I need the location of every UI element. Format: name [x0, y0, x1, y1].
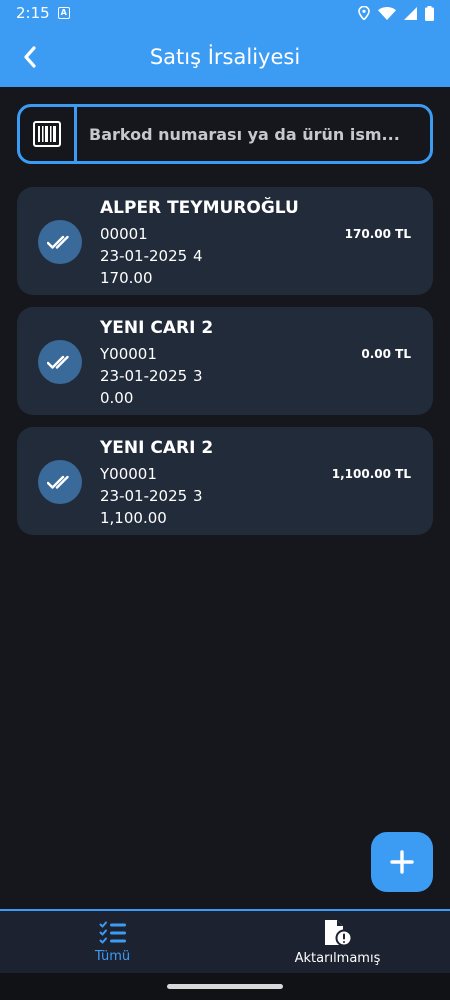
tab-not-transferred[interactable]: Aktarılmamış [225, 911, 450, 973]
battery-icon [425, 5, 434, 21]
status-check [38, 340, 82, 384]
customer-code: Y00001 [100, 345, 157, 363]
document-date-line: 23-01-2025 3 [100, 487, 203, 505]
document-total: 1,100.00 [100, 509, 167, 527]
tab-not-transferred-label: Aktarılmamış [294, 950, 381, 966]
document-card[interactable]: ALPER TEYMUROĞLU 00001 23-01-2025 4 170.… [17, 187, 433, 295]
document-card[interactable]: YENI CARI 2 Y00001 23-01-2025 3 1,100.00… [17, 427, 433, 535]
search-bar [17, 104, 433, 164]
status-icons [358, 5, 434, 21]
tab-all-label: Tümü [94, 948, 131, 964]
document-date: 23-01-2025 [100, 367, 188, 385]
document-card[interactable]: YENI CARI 2 Y00001 23-01-2025 3 0.00 0.0… [17, 307, 433, 415]
barcode-icon [33, 121, 61, 147]
list-check-icon [99, 921, 126, 943]
document-date: 23-01-2025 [100, 247, 188, 265]
customer-code: 00001 [100, 225, 148, 243]
customer-code: Y00001 [100, 465, 157, 483]
status-check [38, 220, 82, 264]
tab-all[interactable]: Tümü [0, 911, 225, 973]
customer-name: ALPER TEYMUROĞLU [100, 198, 299, 218]
add-document-button[interactable] [371, 832, 433, 892]
page-title: Satış İrsaliyesi [149, 44, 301, 69]
double-check-icon [47, 475, 69, 489]
document-date: 23-01-2025 [100, 487, 188, 505]
item-count: 4 [192, 247, 203, 265]
customer-name: YENI CARI 2 [100, 438, 214, 458]
search-input[interactable] [77, 107, 430, 161]
bottom-navigation: Tümü Aktarılmamış [0, 909, 450, 973]
gesture-bar [0, 973, 450, 1000]
double-check-icon [47, 355, 69, 369]
notification-badge-icon: A [57, 7, 70, 19]
wifi-icon [378, 6, 396, 20]
document-amount: 0.00 TL [361, 347, 411, 361]
app-bar: Satış İrsaliyesi [0, 26, 450, 87]
item-count: 3 [192, 367, 203, 385]
document-total: 170.00 [100, 269, 153, 287]
barcode-scan-button[interactable] [20, 107, 77, 161]
document-date-line: 23-01-2025 3 [100, 367, 203, 385]
home-indicator[interactable] [167, 984, 283, 989]
document-amount: 1,100.00 TL [331, 467, 411, 481]
document-amount: 170.00 TL [344, 227, 411, 241]
back-arrow-icon [24, 46, 36, 68]
item-count: 3 [192, 487, 203, 505]
back-button[interactable] [14, 41, 46, 73]
signal-icon [404, 6, 417, 20]
status-check [38, 460, 82, 504]
status-bar: 2:15 A [0, 0, 450, 26]
customer-name: YENI CARI 2 [100, 318, 214, 338]
status-time: 2:15 [16, 4, 50, 22]
plus-icon [390, 850, 414, 874]
document-total: 0.00 [100, 389, 134, 407]
double-check-icon [47, 235, 69, 249]
document-date-line: 23-01-2025 4 [100, 247, 203, 265]
document-alert-icon [324, 919, 352, 946]
location-icon [358, 6, 370, 20]
